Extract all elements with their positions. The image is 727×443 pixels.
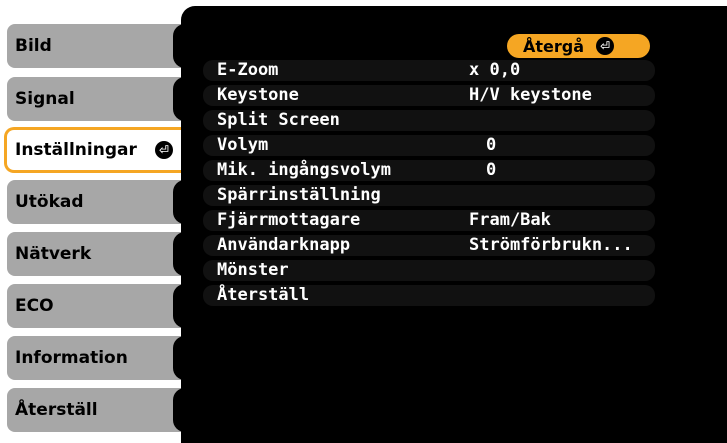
row-value: 0 [486, 160, 497, 180]
tab-aterstall[interactable]: Återställ [7, 388, 201, 432]
tab-eco[interactable]: ECO [7, 284, 201, 328]
row-label: Användarknapp [217, 235, 351, 255]
tab-information[interactable]: Information [7, 336, 201, 380]
row-label: Mik. ingångsvolym [217, 160, 391, 180]
row-value: 0 [486, 135, 497, 155]
tab-natverk[interactable]: Nätverk [7, 232, 201, 276]
tab-label: Inställningar [15, 140, 137, 160]
settings-menu: Bild Signal Inställningar ⏎ Utökad Nätve… [0, 0, 201, 443]
row-value: Fram/Bak [469, 210, 551, 230]
return-label: Återgå [523, 36, 585, 56]
row-label: E-Zoom [217, 60, 279, 80]
row-background [203, 135, 655, 156]
row-value: Strömförbrukn... [469, 235, 633, 255]
tab-label: Bild [15, 36, 52, 56]
tab-signal[interactable]: Signal [7, 77, 201, 121]
row-label: Fjärrmottagare [217, 210, 361, 230]
enter-icon: ⏎ [596, 37, 615, 55]
menu-row-sparrinstallning[interactable]: Spärrinställning [203, 185, 655, 206]
row-label: Volym [217, 135, 269, 155]
tab-installningar[interactable]: Inställningar ⏎ [4, 127, 194, 173]
tab-bild[interactable]: Bild [7, 24, 201, 68]
tab-label: Signal [15, 89, 75, 109]
menu-row-volym[interactable]: Volym 0 [203, 135, 655, 156]
row-label: Återställ [217, 285, 310, 305]
tab-label: Återställ [15, 400, 98, 420]
settings-list: E-Zoom x 0,0 Keystone H/V keystone Split… [203, 60, 655, 310]
enter-icon: ⏎ [154, 141, 173, 159]
row-label: Spärrinställning [217, 185, 381, 205]
menu-row-e-zoom[interactable]: E-Zoom x 0,0 [203, 60, 655, 81]
menu-row-aterstall[interactable]: Återställ [203, 285, 655, 306]
tab-label: Utökad [15, 192, 84, 212]
row-label: Split Screen [217, 110, 340, 130]
row-label: Keystone [217, 85, 299, 105]
menu-row-monster[interactable]: Mönster [203, 260, 655, 281]
tab-label: Information [15, 348, 128, 368]
menu-row-mik-ingangsvolym[interactable]: Mik. ingångsvolym 0 [203, 160, 655, 181]
menu-row-keystone[interactable]: Keystone H/V keystone [203, 85, 655, 106]
menu-row-fjarrmottagare[interactable]: Fjärrmottagare Fram/Bak [203, 210, 655, 231]
tab-label: ECO [15, 296, 54, 316]
row-value: H/V keystone [469, 85, 592, 105]
return-button[interactable]: Återgå ⏎ [507, 34, 650, 58]
tab-label: Nätverk [15, 244, 92, 264]
row-label: Mönster [217, 260, 289, 280]
tab-utokad[interactable]: Utökad [7, 180, 201, 224]
menu-row-anvandarknapp[interactable]: Användarknapp Strömförbrukn... [203, 235, 655, 256]
row-value: x 0,0 [469, 60, 521, 80]
menu-row-split-screen[interactable]: Split Screen [203, 110, 655, 131]
